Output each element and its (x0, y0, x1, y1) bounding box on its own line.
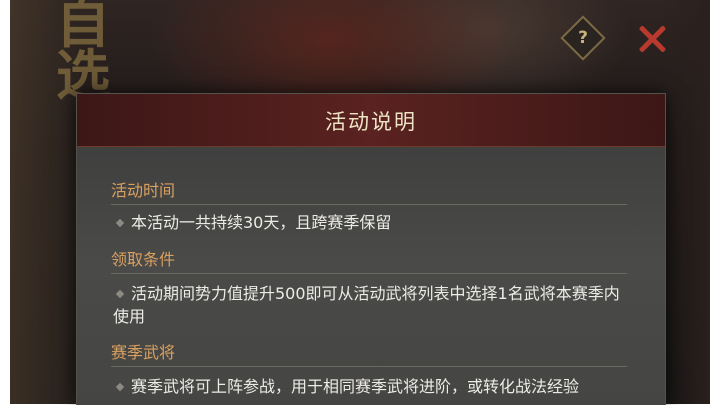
diamond-bullet-icon (115, 382, 125, 392)
diamond-bullet-icon (115, 289, 125, 299)
question-mark-icon: ? (578, 28, 588, 48)
section-text-claim-conditions: 活动期间势力值提升500即可从活动武将列表中选择1名武将本赛季内使用 (113, 282, 633, 328)
section-title-season-generals: 赛季武将 (111, 339, 627, 367)
dialog-title: 活动说明 (325, 110, 417, 134)
section-title-activity-time: 活动时间 (111, 177, 627, 205)
diamond-bullet-icon (115, 218, 125, 228)
section-title-claim-conditions: 领取条件 (111, 246, 627, 274)
section-text: 赛季武将可上阵参战，用于相同赛季武将进阶，或转化战法经验 (131, 377, 580, 396)
section-text-activity-time: 本活动一共持续30天，且跨赛季保留 (113, 211, 633, 234)
activity-description-dialog: 活动说明 活动时间 本活动一共持续30天，且跨赛季保留 领取条件 活动期间势力值… (76, 93, 666, 405)
dialog-header: 活动说明 (77, 94, 665, 147)
close-icon[interactable] (635, 22, 669, 56)
section-text-season-generals: 赛季武将可上阵参战，用于相同赛季武将进阶，或转化战法经验 (113, 375, 633, 398)
help-button[interactable]: ? (560, 15, 606, 61)
section-text: 本活动一共持续30天，且跨赛季保留 (131, 213, 392, 232)
section-text: 活动期间势力值提升500即可从活动武将列表中选择1名武将本赛季内使用 (113, 284, 620, 326)
